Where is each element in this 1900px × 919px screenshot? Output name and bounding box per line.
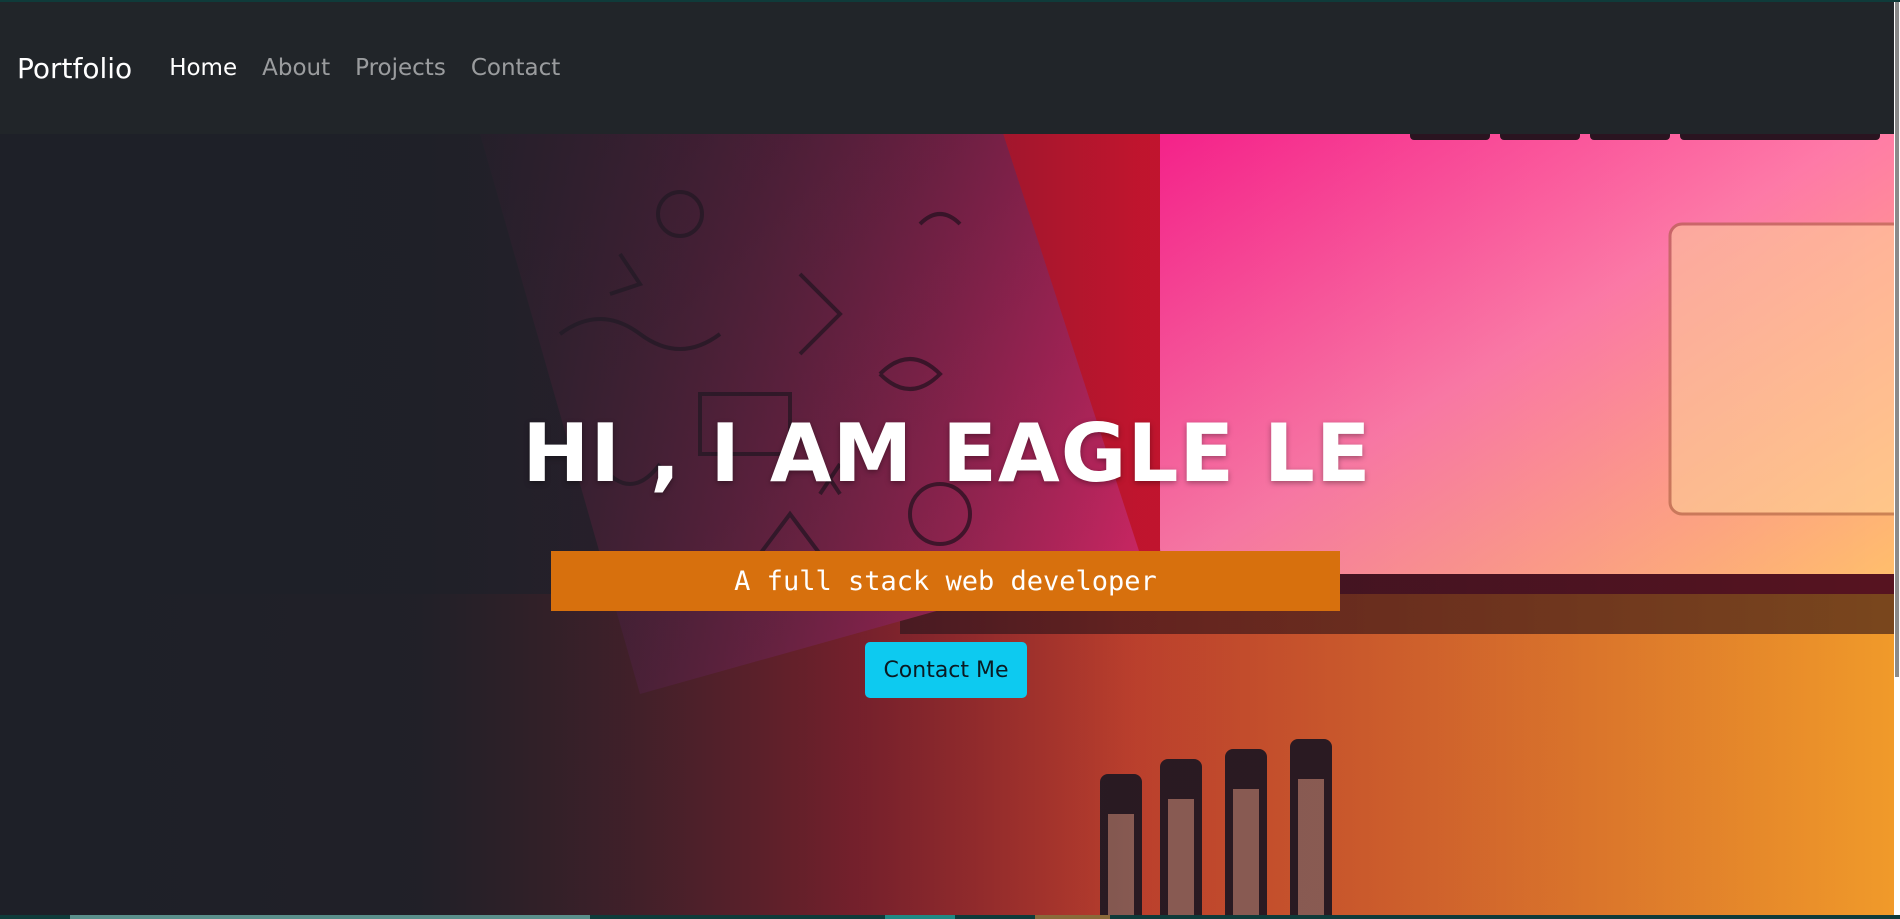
top-navbar: Portfolio Home About Projects Contact	[0, 2, 1894, 134]
taskbar-segment	[885, 915, 955, 919]
nav-link-contact[interactable]: Contact	[471, 55, 560, 81]
nav-link-about[interactable]: About	[262, 55, 330, 81]
hero-dark-overlay	[0, 134, 1894, 915]
page-scrollbar[interactable]	[1894, 2, 1900, 915]
contact-me-button[interactable]: Contact Me	[865, 642, 1027, 698]
taskbar-strip	[0, 915, 1900, 919]
scrollbar-thumb[interactable]	[1895, 2, 1899, 677]
nav-links: Home About Projects Contact	[169, 55, 585, 81]
brand-logo[interactable]: Portfolio	[17, 52, 132, 85]
hero-section: HI , I AM EAGLE LE A full stack web deve…	[0, 134, 1894, 915]
taskbar-segment	[70, 915, 590, 919]
taskbar-segment	[1035, 915, 1110, 919]
browser-viewport: Portfolio Home About Projects Contact HI…	[0, 2, 1894, 915]
hero-title: HI , I AM EAGLE LE	[522, 407, 1372, 500]
nav-link-home[interactable]: Home	[169, 55, 237, 81]
nav-link-projects[interactable]: Projects	[355, 55, 446, 81]
hero-subtitle: A full stack web developer	[551, 551, 1340, 611]
